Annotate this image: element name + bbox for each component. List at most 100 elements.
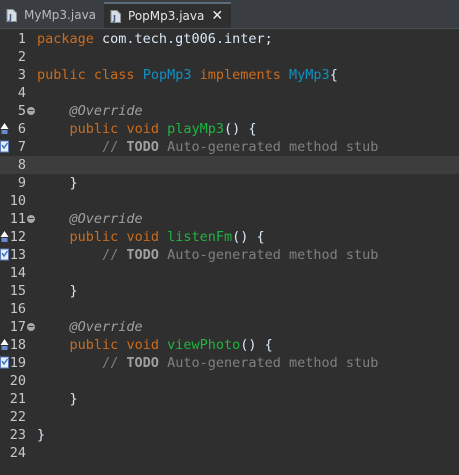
code-token: public	[37, 67, 86, 83]
code-line[interactable]: 6 public void playMp3() {	[0, 120, 459, 138]
code-line[interactable]: 8	[0, 156, 459, 174]
code-text: // TODO Auto-generated method stub	[37, 354, 378, 372]
code-line[interactable]: 10	[0, 192, 459, 210]
code-text: }	[37, 390, 78, 408]
code-line[interactable]: 16	[0, 300, 459, 318]
code-line[interactable]: 12 public void listenFm() {	[0, 228, 459, 246]
code-token: PopMp3	[142, 67, 192, 83]
code-line[interactable]: 17− @Override	[0, 318, 459, 336]
code-line[interactable]: 11− @Override	[0, 210, 459, 228]
editor-tab-bar: J MyMp3.java J PopMp3.java ✕	[0, 0, 459, 29]
code-token: {	[329, 67, 338, 83]
code-line[interactable]: 18 public void viewPhoto() {	[0, 336, 459, 354]
code-token: TODO	[126, 355, 159, 371]
line-number: 24	[9, 445, 26, 461]
code-text: @Override	[37, 210, 143, 228]
code-line[interactable]: 7 // TODO Auto-generated method stub	[0, 138, 459, 156]
code-token: @Override	[69, 319, 143, 335]
code-text: package com.tech.gt006.inter;	[37, 30, 273, 48]
code-token: () {	[232, 229, 265, 245]
line-number: 16	[9, 301, 26, 317]
tab-label: MyMp3.java	[24, 8, 97, 22]
code-token: //	[102, 355, 127, 371]
code-token: class	[93, 67, 135, 83]
line-number: 9	[17, 175, 26, 191]
line-number: 6	[17, 121, 26, 137]
code-token: public	[69, 121, 119, 137]
code-token: TODO	[126, 139, 159, 155]
code-text: }	[37, 282, 78, 300]
code-line[interactable]: 3 public class PopMp3 implements MyMp3{	[0, 66, 459, 84]
code-token: @Override	[69, 103, 143, 119]
code-token: package	[37, 31, 94, 47]
code-token: playMp3	[167, 121, 224, 137]
line-number: 8	[17, 157, 26, 173]
code-token: Auto-generated method stub	[158, 139, 379, 155]
code-line[interactable]: 21 }	[0, 390, 459, 408]
code-line[interactable]: 4	[0, 84, 459, 102]
line-number: 17	[9, 319, 26, 335]
tab-popmp3-java[interactable]: J PopMp3.java ✕	[104, 2, 232, 28]
code-token: () {	[240, 337, 273, 353]
svg-text:J: J	[112, 14, 116, 23]
code-line[interactable]: 2	[0, 48, 459, 66]
code-token: //	[102, 247, 127, 263]
code-token: MyMp3	[289, 67, 330, 83]
code-token: //	[102, 139, 127, 155]
code-text: public void viewPhoto() {	[37, 336, 273, 354]
line-number: 15	[9, 283, 26, 299]
code-token: com.tech.gt006.inter;	[93, 31, 273, 47]
close-icon[interactable]: ✕	[211, 8, 223, 24]
line-number: 23	[9, 427, 26, 443]
fold-toggle-icon[interactable]: −	[27, 107, 35, 115]
code-token: Auto-generated method stub	[158, 247, 379, 263]
tab-label: PopMp3.java	[128, 9, 205, 23]
code-line[interactable]: 5− @Override	[0, 102, 459, 120]
line-number: 1	[17, 31, 26, 47]
code-line[interactable]: 15 }	[0, 282, 459, 300]
code-token: void	[126, 229, 159, 245]
fold-toggle-icon[interactable]: −	[27, 215, 35, 223]
eclipse-editor-window: J MyMp3.java J PopMp3.java ✕ 1 package co…	[0, 0, 459, 475]
code-line[interactable]: 1 package com.tech.gt006.inter;	[0, 30, 459, 48]
code-line[interactable]: 22	[0, 408, 459, 426]
fold-toggle-icon[interactable]: −	[27, 323, 35, 331]
code-token: Auto-generated method stub	[158, 355, 379, 371]
code-line[interactable]: 13 // TODO Auto-generated method stub	[0, 246, 459, 264]
code-line[interactable]: 14	[0, 264, 459, 282]
svg-text:J: J	[8, 13, 12, 22]
code-token: }	[37, 391, 78, 407]
code-line[interactable]: 23}	[0, 426, 459, 444]
code-token: void	[126, 337, 159, 353]
code-line[interactable]: 19 // TODO Auto-generated method stub	[0, 354, 459, 372]
line-number: 21	[9, 391, 26, 407]
code-text: // TODO Auto-generated method stub	[37, 138, 378, 156]
line-number: 3	[17, 67, 26, 83]
code-line[interactable]: 20	[0, 372, 459, 390]
line-number: 7	[17, 139, 26, 155]
code-token: () {	[224, 121, 257, 137]
code-editor[interactable]: 1 package com.tech.gt006.inter; 2 3 public c…	[0, 29, 459, 475]
tab-mymp3-java[interactable]: J MyMp3.java	[0, 2, 104, 28]
code-text: @Override	[37, 318, 143, 336]
code-line[interactable]: 9 }	[0, 174, 459, 192]
code-text: public void listenFm() {	[37, 228, 265, 246]
code-token: }	[37, 283, 78, 299]
code-line[interactable]: 24	[0, 444, 459, 462]
line-number: 14	[9, 265, 26, 281]
line-number: 11	[9, 211, 26, 227]
java-file-icon: J	[110, 9, 122, 23]
code-token: implements	[199, 67, 281, 83]
